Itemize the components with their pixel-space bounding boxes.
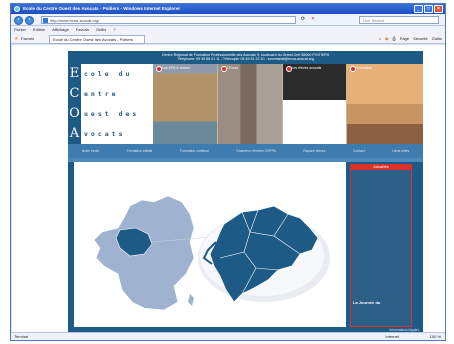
page-content: Centre Régional de Formation Professionn… (12, 45, 445, 333)
rss-icon[interactable]: ◉ (385, 35, 389, 43)
url-text: http://www.ecoa-avocat.org/ (50, 18, 100, 23)
news-sidebar: Actualités La Journée du (350, 164, 412, 327)
close-button[interactable]: × (434, 5, 443, 13)
map-area (74, 162, 346, 327)
print-icon[interactable]: ⎙ (393, 35, 396, 43)
site-header: Centre Régional de Formation Professionn… (68, 51, 423, 64)
logo-word-4: vocats (84, 130, 126, 138)
photo-training[interactable]: Formation (347, 64, 424, 144)
ecoa-logo[interactable]: E C O A cole du entre uest des vocats (68, 64, 153, 144)
region-map[interactable] (74, 162, 346, 327)
logo-letter-e: E (69, 66, 80, 81)
france-corsica (188, 294, 194, 306)
menu-affichage[interactable]: Affichage (52, 26, 69, 34)
window-title: Ecole du Centre Ouest des Avocats - Poit… (23, 6, 181, 11)
logo-letter-c: C (69, 86, 80, 101)
address-bar: ‹ › http://www.ecoa-avocat.org/ ⟳ ✕ Live… (11, 14, 445, 26)
website: Centre Régional de Formation Professionn… (68, 51, 424, 333)
sidebar-title: Actualités (373, 165, 389, 169)
security-menu[interactable]: Sécurité (413, 35, 428, 43)
nav-item[interactable]: Espace élèves (303, 149, 325, 153)
maximize-button[interactable]: □ (424, 5, 433, 13)
news-item[interactable]: La Journée du (353, 300, 380, 305)
status-text: Terminé (14, 334, 29, 339)
browser-window: Ecole du Centre Ouest des Avocats - Poit… (10, 3, 446, 341)
ie-logo-icon (14, 6, 20, 12)
menu-fichier[interactable]: Fichier (14, 26, 26, 34)
photo-schools[interactable]: Les EFB & écoles (153, 64, 217, 144)
command-bar: ⌂ ◉ ⎙ Page Sécurité Outils (379, 35, 442, 43)
nav-item[interactable]: Contact (353, 149, 365, 153)
nav-item[interactable]: Formation continue (180, 149, 209, 153)
menu-help[interactable]: ? (113, 26, 115, 34)
nav-item[interactable]: Examens d'entrée CRFPA (237, 149, 276, 153)
photo-label: L'Ecole (220, 66, 238, 72)
nav-item[interactable]: Liens utiles (392, 149, 409, 153)
stop-icon[interactable]: ✕ (311, 16, 315, 22)
back-button[interactable]: ‹ (14, 16, 23, 25)
menu-outils[interactable]: Outils (96, 26, 106, 34)
menu-favoris[interactable]: Favoris (76, 26, 89, 34)
home-icon[interactable]: ⌂ (379, 35, 381, 43)
url-input[interactable]: http://www.ecoa-avocat.org/ (41, 16, 296, 24)
logo-letter-a: A (69, 126, 80, 141)
title-bar: Ecole du Centre Ouest des Avocats - Poit… (11, 4, 445, 14)
logo-word-1: cole du (84, 70, 133, 78)
security-zone: Internet (385, 334, 399, 339)
tools-menu[interactable]: Outils (432, 35, 442, 43)
favorites-bar: Favoris Ecole du Centre Ouest des Avocat… (11, 34, 445, 44)
page-menu[interactable]: Page (400, 35, 409, 43)
site-nav: Notre école Formation initiale Formation… (68, 144, 423, 158)
menu-edition[interactable]: Edition (33, 26, 45, 34)
header-contact: Téléphone: 05 49 88 01 11 - Télécopie: 0… (177, 57, 314, 61)
minimize-button[interactable]: _ (414, 5, 423, 13)
browser-tab[interactable]: Ecole du Centre Ouest des Avocats - Poit… (49, 35, 145, 44)
favorites-button[interactable]: Favoris (14, 35, 34, 43)
logo-word-2: entre (84, 90, 119, 98)
photo-students[interactable]: Les élèves avocats (282, 64, 347, 144)
logo-letter-o: O (69, 106, 80, 121)
photo-banner: Les EFB & écoles L'Ecole Les élèves avoc… (153, 64, 424, 144)
forward-button[interactable]: › (25, 16, 34, 25)
photo-label: Les EFB & écoles (156, 66, 190, 72)
status-bar: Terminé Internet 100 % (11, 332, 445, 340)
nav-item[interactable]: Notre école (82, 149, 99, 153)
page-icon (43, 18, 48, 23)
nav-item[interactable]: Formation initiale (127, 149, 153, 153)
logo-word-3: uest des (84, 110, 140, 118)
photo-school[interactable]: L'Ecole (217, 64, 282, 144)
menu-bar: Fichier Edition Affichage Favoris Outils… (11, 26, 445, 34)
photo-label: Les élèves avocats (285, 66, 321, 72)
refresh-icon[interactable]: ⟳ (301, 16, 305, 22)
zoom-level[interactable]: 100 % (430, 333, 441, 340)
search-input[interactable]: Live Search (359, 16, 439, 24)
photo-label: Formation (350, 66, 372, 72)
